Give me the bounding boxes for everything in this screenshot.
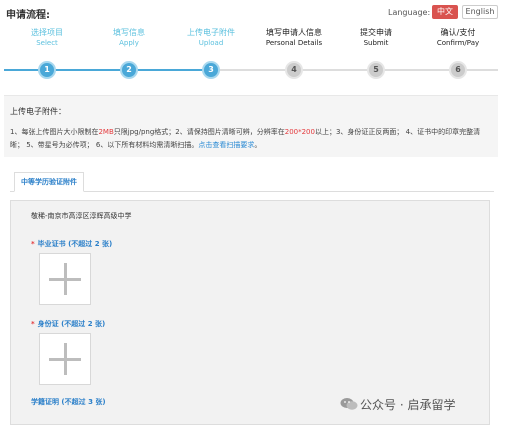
step-sublabel: Upload <box>198 39 224 47</box>
step-number-2: 2 <box>120 61 138 79</box>
stepper-track-completed <box>4 69 210 71</box>
progress-stepper: 选择项目 Select 1 填写信息 Apply 2 上传电子附件 Upload… <box>0 28 510 84</box>
tab-secondary-education-verification[interactable]: 中等学历验证附件 <box>14 172 84 192</box>
language-label: Language: <box>388 8 431 17</box>
instructions-part: 。 <box>254 141 262 149</box>
required-star: * <box>31 320 35 328</box>
step-number-3: 3 <box>202 61 220 79</box>
doc-label-text: 毕业证书 (不超过 2 张) <box>37 240 113 248</box>
process-title: 申请流程: <box>6 10 50 21</box>
step-label: 选择项目 <box>31 28 63 37</box>
step-label: 填写申请人信息 <box>266 28 322 37</box>
instructions-title: 上传电子附件： <box>10 107 66 116</box>
wechat-icon <box>340 398 358 410</box>
step-label: 上传电子附件 <box>187 28 235 37</box>
step-number-6: 6 <box>449 61 467 79</box>
header: 申请流程: Language: 中文 English <box>0 0 510 26</box>
resolution-highlight: 200*200 <box>284 128 315 136</box>
language-chinese-button[interactable]: 中文 <box>432 5 458 19</box>
upload-instructions: 上传电子附件： 1、每张上传图片大小限制在2MB只限jpg/png格式；2、请保… <box>4 95 498 157</box>
step-personal-details: 填写申请人信息 Personal Details <box>249 28 339 48</box>
step-sublabel: Select <box>36 39 58 47</box>
plus-icon <box>64 343 67 375</box>
step-select: 选择项目 Select <box>2 28 92 48</box>
step-upload: 上传电子附件 Upload <box>166 28 256 48</box>
step-number-4: 4 <box>285 61 303 79</box>
step-sublabel: Apply <box>119 39 139 47</box>
instructions-part: 只限jpg/png格式；2、请保持图片清晰可辨，分辨率在 <box>113 128 285 136</box>
step-label: 填写信息 <box>113 28 145 37</box>
upload-diploma-button[interactable] <box>39 253 91 305</box>
step-sublabel: Submit <box>363 39 389 47</box>
step-sublabel: Personal Details <box>265 39 323 47</box>
step-sublabel: Confirm/Pay <box>436 39 480 47</box>
doc-label-text: 学籍证明 (不超过 3 张) <box>31 398 106 406</box>
language-english-button[interactable]: English <box>462 5 498 19</box>
plus-icon <box>64 263 67 295</box>
attachment-panel: 敬稀-南京市高淳区淳辉高级中学 * 毕业证书 (不超过 2 张) * 身份证 (不超… <box>10 200 490 425</box>
doc-label-diploma: * 毕业证书 (不超过 2 张) <box>31 239 112 249</box>
scan-requirements-link[interactable]: 点击查看扫描要求 <box>198 141 254 149</box>
step-submit: 提交申请 Submit <box>331 28 421 48</box>
watermark: 公众号 · 启承留学 <box>360 398 456 412</box>
size-limit-highlight: 2MB <box>98 128 114 136</box>
step-confirm-pay: 确认/支付 Confirm/Pay <box>413 28 503 48</box>
required-star: * <box>31 240 35 248</box>
instructions-part: 1、每张上传图片大小限制在 <box>10 128 99 136</box>
doc-label-id-card: * 身份证 (不超过 2 张) <box>31 319 105 329</box>
step-label: 提交申请 <box>360 28 392 37</box>
instructions-text: 1、每张上传图片大小限制在2MB只限jpg/png格式；2、请保持图片清晰可辨，… <box>10 126 492 152</box>
doc-label-text: 身份证 (不超过 2 张) <box>37 320 106 328</box>
step-number-5: 5 <box>367 61 385 79</box>
upload-id-card-button[interactable] <box>39 333 91 385</box>
step-apply: 填写信息 Apply <box>84 28 174 48</box>
doc-label-enrollment-proof: 学籍证明 (不超过 3 张) <box>31 397 106 407</box>
school-name: 敬稀-南京市高淳区淳辉高级中学 <box>31 212 132 220</box>
attachment-tab-bar: 中等学历验证附件 <box>10 172 494 192</box>
step-number-1: 1 <box>38 61 56 79</box>
step-label: 确认/支付 <box>440 28 476 37</box>
